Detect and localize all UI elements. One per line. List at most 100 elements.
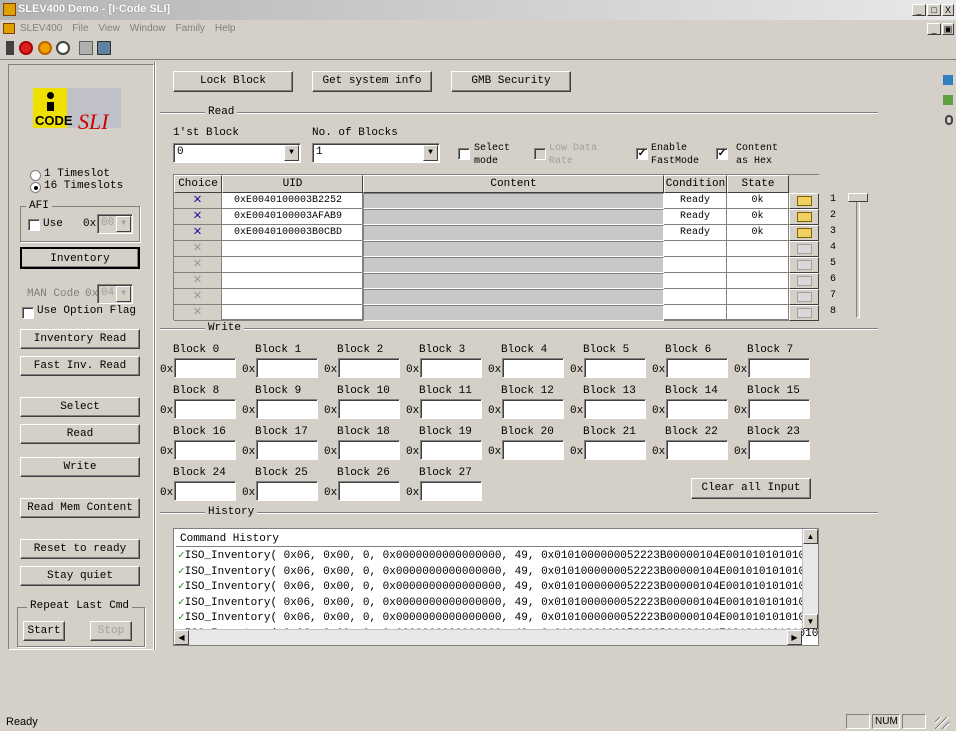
write-block-input[interactable]: [748, 399, 810, 419]
header-content[interactable]: Content: [363, 175, 664, 193]
open-folder-icon[interactable]: [789, 193, 819, 209]
content-cell[interactable]: [363, 209, 664, 225]
properties-icon[interactable]: [79, 41, 93, 55]
history-vscroll[interactable]: ▲ ▼: [802, 529, 818, 629]
man-code-select[interactable]: 04 ▼: [97, 284, 133, 304]
history-line[interactable]: ✓ISO_Inventory( 0x06, 0x00, 0, 0x0000000…: [178, 610, 818, 624]
side-icon-2[interactable]: [943, 95, 953, 105]
row-slider-thumb[interactable]: [848, 193, 868, 202]
choice-cell-icon[interactable]: ✕: [174, 193, 222, 209]
menu-help[interactable]: Help: [215, 23, 236, 34]
first-block-select[interactable]: 0 ▼: [173, 143, 301, 163]
header-condition[interactable]: Condition: [664, 175, 727, 193]
content-cell[interactable]: [363, 273, 664, 289]
write-block-input[interactable]: [174, 358, 236, 378]
stop-square-icon[interactable]: [6, 41, 14, 55]
grid-row[interactable]: ✕ 0xE0040100003B2252 Ready 0k: [174, 193, 819, 209]
write-button[interactable]: Write: [20, 457, 140, 477]
record-orange-icon[interactable]: [38, 41, 52, 55]
content-cell[interactable]: [363, 289, 664, 305]
open-folder-icon[interactable]: [789, 289, 819, 305]
fast-inv-read-button[interactable]: Fast Inv. Read: [20, 356, 140, 376]
choice-cell-icon[interactable]: ✕: [174, 225, 222, 241]
write-block-input[interactable]: [338, 440, 400, 460]
write-block-input[interactable]: [256, 440, 318, 460]
history-hscroll[interactable]: ◀ ▶: [174, 629, 802, 645]
afi-use-checkbox[interactable]: [28, 219, 40, 231]
header-uid[interactable]: UID: [222, 175, 363, 193]
menu-file[interactable]: File: [72, 23, 88, 34]
write-block-input[interactable]: [420, 358, 482, 378]
reset-to-ready-button[interactable]: Reset to ready: [20, 539, 140, 559]
grid-row[interactable]: ✕ 0xE0040100003B0CBD Ready 0k: [174, 225, 819, 241]
content-cell[interactable]: [363, 241, 664, 257]
history-line[interactable]: ✓ISO_Inventory( 0x06, 0x00, 0, 0x0000000…: [178, 548, 818, 562]
write-block-input[interactable]: [338, 399, 400, 419]
open-folder-icon[interactable]: [789, 305, 819, 321]
write-block-input[interactable]: [174, 399, 236, 419]
grid-row[interactable]: ✕: [174, 305, 819, 321]
grid-row[interactable]: ✕: [174, 257, 819, 273]
scroll-down-arrow[interactable]: ▼: [803, 614, 818, 629]
command-history-list[interactable]: Command History ✓ISO_Inventory( 0x06, 0x…: [173, 528, 819, 646]
menu-family[interactable]: Family: [175, 23, 204, 34]
select-button[interactable]: Select: [20, 397, 140, 417]
grid-row[interactable]: ✕ 0xE0040100003AFAB9 Ready 0k: [174, 209, 819, 225]
timeslot-1-radio[interactable]: [30, 170, 41, 181]
open-folder-icon[interactable]: [789, 241, 819, 257]
use-option-flag-checkbox[interactable]: [22, 307, 34, 319]
gmb-security-button[interactable]: GMB Security: [451, 71, 571, 92]
choice-cell-icon[interactable]: ✕: [174, 305, 222, 321]
history-line[interactable]: ✓ISO_Inventory( 0x06, 0x00, 0, 0x0000000…: [178, 579, 818, 593]
header-choice[interactable]: Choice: [174, 175, 222, 193]
minimize-button[interactable]: _: [912, 4, 926, 16]
num-blocks-select[interactable]: 1 ▼: [312, 143, 440, 163]
menu-window[interactable]: Window: [130, 23, 166, 34]
menu-slev400[interactable]: SLEV400: [20, 23, 62, 34]
write-block-input[interactable]: [502, 399, 564, 419]
select-mode-checkbox[interactable]: [458, 148, 470, 160]
maximize-button[interactable]: □: [927, 4, 941, 16]
write-block-input[interactable]: [420, 440, 482, 460]
content-cell[interactable]: [363, 193, 664, 209]
header-state[interactable]: State: [727, 175, 789, 193]
timeslot-16-radio[interactable]: [30, 182, 41, 193]
content-as-hex-checkbox[interactable]: ✓: [716, 148, 728, 160]
close-button[interactable]: X: [942, 4, 954, 16]
write-block-input[interactable]: [338, 358, 400, 378]
row-slider-track[interactable]: [856, 196, 860, 318]
get-system-info-button[interactable]: Get system info: [312, 71, 432, 92]
doc-restore-button[interactable]: ▣: [942, 23, 954, 35]
open-folder-icon[interactable]: [789, 257, 819, 273]
content-cell[interactable]: [363, 305, 664, 321]
inventory-read-button[interactable]: Inventory Read: [20, 329, 140, 349]
side-icon-1[interactable]: [943, 75, 953, 85]
enable-fastmode-checkbox[interactable]: ✓: [636, 148, 648, 160]
write-block-input[interactable]: [502, 440, 564, 460]
choice-cell-icon[interactable]: ✕: [174, 241, 222, 257]
open-folder-icon[interactable]: [789, 209, 819, 225]
content-cell[interactable]: [363, 257, 664, 273]
stay-quiet-button[interactable]: Stay quiet: [20, 566, 140, 586]
choice-cell-icon[interactable]: ✕: [174, 289, 222, 305]
grid-row[interactable]: ✕: [174, 273, 819, 289]
write-block-input[interactable]: [256, 399, 318, 419]
grid-row[interactable]: ✕: [174, 289, 819, 305]
read-mem-content-button[interactable]: Read Mem Content: [20, 498, 140, 518]
start-button[interactable]: Start: [23, 621, 65, 641]
afi-value-select[interactable]: 00 ▼: [97, 214, 133, 234]
history-line[interactable]: ✓ISO_Inventory( 0x06, 0x00, 0, 0x0000000…: [178, 595, 818, 609]
scroll-up-arrow[interactable]: ▲: [803, 529, 818, 544]
write-block-input[interactable]: [666, 399, 728, 419]
write-block-input[interactable]: [174, 481, 236, 501]
menu-view[interactable]: View: [98, 23, 120, 34]
monitor-icon[interactable]: [97, 41, 111, 55]
write-block-input[interactable]: [666, 440, 728, 460]
write-block-input[interactable]: [502, 358, 564, 378]
stop-button[interactable]: Stop: [90, 621, 132, 641]
write-block-input[interactable]: [420, 481, 482, 501]
scroll-left-arrow[interactable]: ◀: [174, 630, 189, 645]
write-block-input[interactable]: [584, 399, 646, 419]
open-folder-icon[interactable]: [789, 273, 819, 289]
content-cell[interactable]: [363, 225, 664, 241]
